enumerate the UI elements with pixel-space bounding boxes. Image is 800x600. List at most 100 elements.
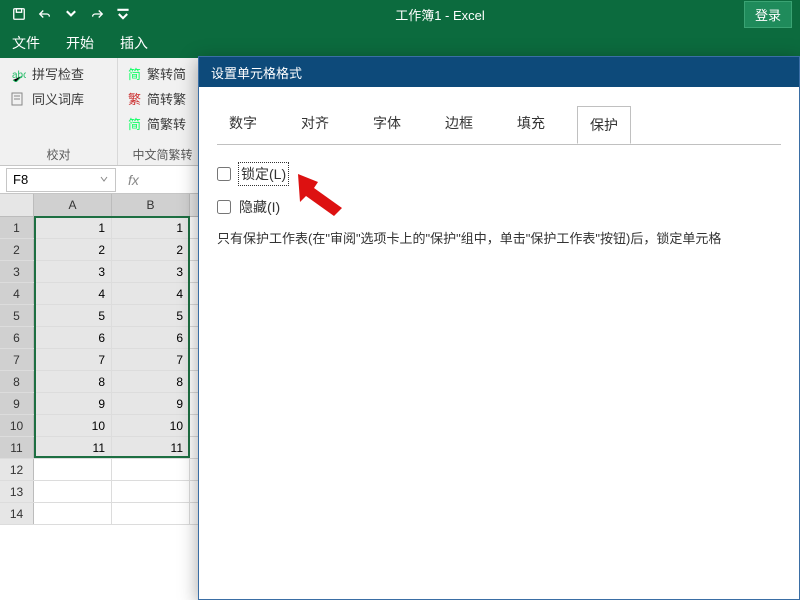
hidden-checkbox-row[interactable]: 隐藏(I) (217, 197, 781, 217)
row-header[interactable]: 6 (0, 327, 34, 348)
row-header[interactable]: 2 (0, 239, 34, 260)
spellcheck-icon: abc (10, 66, 26, 82)
row-header[interactable]: 7 (0, 349, 34, 370)
tab-font[interactable]: 字体 (361, 105, 413, 143)
dialog-title: 设置单元格格式 (211, 63, 302, 82)
cell[interactable]: 11 (34, 437, 112, 458)
name-box-dropdown[interactable] (99, 172, 109, 187)
spellcheck-button[interactable]: abc 拼写检查 (10, 64, 107, 83)
thesaurus-button[interactable]: 同义词库 (10, 89, 107, 108)
cell[interactable]: 3 (34, 261, 112, 282)
cell[interactable] (34, 459, 112, 480)
cell[interactable] (112, 481, 190, 502)
row-header[interactable]: 12 (0, 459, 34, 480)
cell[interactable]: 2 (112, 239, 190, 260)
cell[interactable]: 5 (34, 305, 112, 326)
tab-fill[interactable]: 填充 (505, 105, 557, 143)
cell[interactable]: 8 (34, 371, 112, 392)
select-all-corner[interactable] (0, 194, 34, 216)
cell[interactable]: 7 (112, 349, 190, 370)
cell[interactable]: 1 (112, 217, 190, 238)
tab-file[interactable]: 文件 (8, 27, 44, 59)
trad-icon: 繁 (128, 89, 141, 108)
name-box-value: F8 (13, 172, 28, 187)
cell[interactable]: 10 (112, 415, 190, 436)
locked-label: 锁定(L) (239, 163, 288, 185)
thesaurus-icon (10, 91, 26, 107)
simp-to-trad-button[interactable]: 繁 简转繁 (128, 89, 197, 108)
thesaurus-label: 同义词库 (32, 89, 84, 108)
convert-icon: 简 (128, 114, 141, 133)
undo-dropdown[interactable] (58, 1, 84, 27)
row-header[interactable]: 3 (0, 261, 34, 282)
cell[interactable] (112, 459, 190, 480)
row-header[interactable]: 10 (0, 415, 34, 436)
row-header[interactable]: 9 (0, 393, 34, 414)
chevron-down-icon (99, 174, 109, 184)
row-header[interactable]: 1 (0, 217, 34, 238)
locked-checkbox-row[interactable]: 锁定(L) (217, 163, 781, 185)
cell[interactable] (112, 503, 190, 524)
tab-home[interactable]: 开始 (62, 27, 98, 59)
row-header[interactable]: 11 (0, 437, 34, 458)
row-header[interactable]: 4 (0, 283, 34, 304)
cell[interactable]: 8 (112, 371, 190, 392)
cell[interactable]: 6 (112, 327, 190, 348)
cell[interactable] (34, 481, 112, 502)
save-icon (12, 7, 26, 21)
convert-button[interactable]: 简 简繁转 (128, 114, 197, 133)
hidden-label: 隐藏(I) (239, 197, 280, 217)
group-title-language: 中文简繁转 (128, 144, 197, 163)
cell[interactable]: 1 (34, 217, 112, 238)
cell[interactable]: 9 (34, 393, 112, 414)
cell[interactable]: 10 (34, 415, 112, 436)
titlebar: 工作簿1 - Excel 登录 (0, 0, 800, 28)
undo-icon (38, 7, 52, 21)
column-header-b[interactable]: B (112, 194, 190, 216)
cell[interactable]: 4 (112, 283, 190, 304)
cell[interactable]: 2 (34, 239, 112, 260)
row-header[interactable]: 14 (0, 503, 34, 524)
column-header-a[interactable]: A (34, 194, 112, 216)
ribbon-tabs: 文件 开始 插入 (0, 28, 800, 58)
fx-label[interactable]: fx (122, 172, 145, 188)
protection-hint: 只有保护工作表(在"审阅"选项卡上的"保护"组中，单击"保护工作表"按钮)后，锁… (217, 229, 781, 249)
format-cells-dialog: 设置单元格格式 数字 对齐 字体 边框 填充 保护 锁定(L) 隐藏(I) 只有… (198, 56, 800, 600)
tab-number[interactable]: 数字 (217, 105, 269, 143)
window-title: 工作簿1 - Excel (136, 5, 744, 24)
save-button[interactable] (6, 1, 32, 27)
login-button[interactable]: 登录 (744, 1, 792, 28)
qat-customize[interactable] (110, 1, 136, 27)
spellcheck-label: 拼写检查 (32, 64, 84, 83)
locked-checkbox[interactable] (217, 167, 231, 181)
hidden-checkbox[interactable] (217, 200, 231, 214)
row-header[interactable]: 8 (0, 371, 34, 392)
cell[interactable]: 5 (112, 305, 190, 326)
quick-access-toolbar (0, 1, 136, 27)
convert-label: 简繁转 (147, 114, 186, 133)
row-header[interactable]: 13 (0, 481, 34, 502)
ribbon-group-language: 简 繁转简 繁 简转繁 简 简繁转 中文简繁转 (118, 58, 208, 165)
tab-insert[interactable]: 插入 (116, 27, 152, 59)
redo-icon (90, 7, 104, 21)
cell[interactable]: 4 (34, 283, 112, 304)
simp-to-trad-label: 简转繁 (147, 89, 186, 108)
undo-button[interactable] (32, 1, 58, 27)
chevron-down-icon (64, 7, 78, 21)
cell[interactable]: 11 (112, 437, 190, 458)
cell[interactable]: 3 (112, 261, 190, 282)
dialog-titlebar[interactable]: 设置单元格格式 (199, 57, 799, 87)
trad-to-simp-label: 繁转简 (147, 64, 186, 83)
trad-to-simp-button[interactable]: 简 繁转简 (128, 64, 197, 83)
tab-protection[interactable]: 保护 (577, 106, 631, 144)
row-header[interactable]: 5 (0, 305, 34, 326)
ribbon-group-proofing: abc 拼写检查 同义词库 校对 (0, 58, 118, 165)
cell[interactable]: 7 (34, 349, 112, 370)
cell[interactable] (34, 503, 112, 524)
tab-alignment[interactable]: 对齐 (289, 105, 341, 143)
cell[interactable]: 9 (112, 393, 190, 414)
cell[interactable]: 6 (34, 327, 112, 348)
tab-border[interactable]: 边框 (433, 105, 485, 143)
name-box[interactable]: F8 (6, 168, 116, 192)
redo-button[interactable] (84, 1, 110, 27)
